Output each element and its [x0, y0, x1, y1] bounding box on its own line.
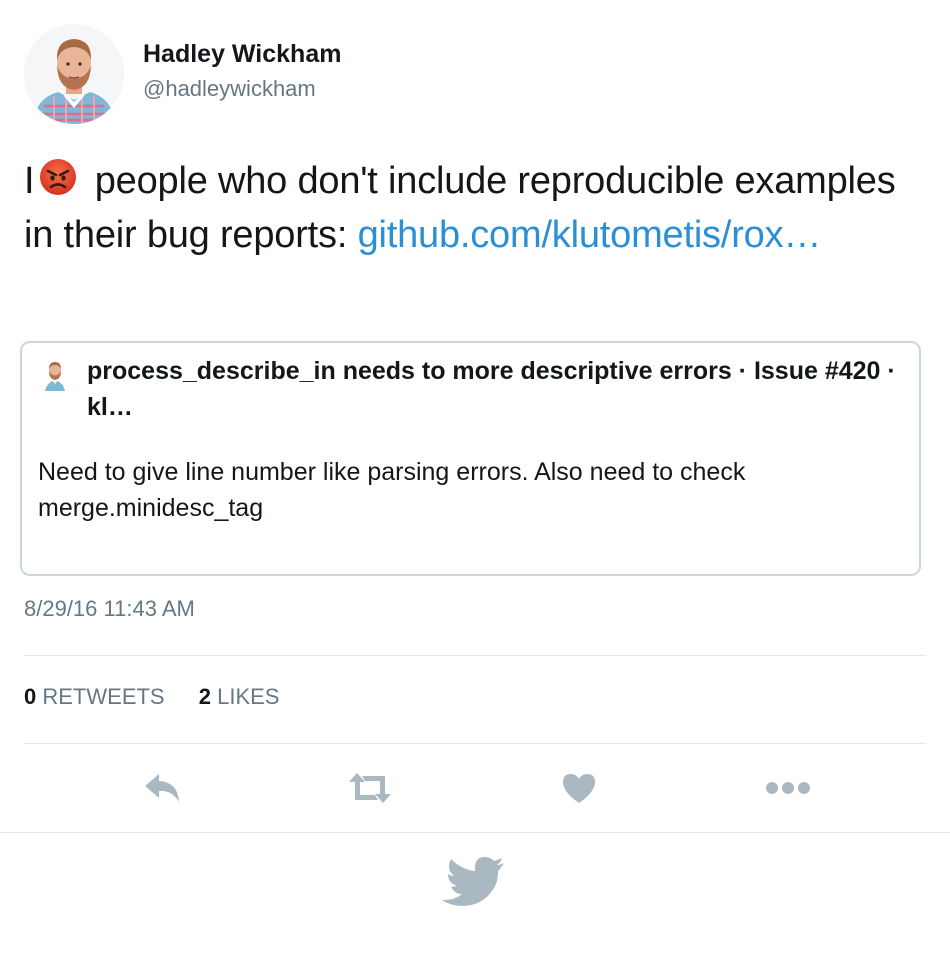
tweet-text: I people who don't include reproducible …: [24, 154, 904, 262]
divider: [24, 655, 926, 656]
link-preview-card[interactable]: process_describe_in needs to more descri…: [20, 341, 921, 576]
angry-face-emoji: [38, 157, 78, 197]
likes-stat[interactable]: 2 LIKES: [199, 684, 280, 710]
retweets-label: RETWEETS: [42, 684, 165, 709]
reply-button[interactable]: [140, 770, 184, 810]
tweet: Hadley Wickham @hadleywickham I people w…: [0, 0, 950, 958]
likes-label: LIKES: [217, 684, 280, 709]
tweet-stats: 0 RETWEETS 2 LIKES: [24, 684, 279, 710]
card-description: Need to give line number like parsing er…: [38, 458, 746, 522]
reply-icon: [142, 771, 182, 810]
retweet-button[interactable]: [348, 770, 392, 810]
retweets-stat[interactable]: 0 RETWEETS: [24, 684, 165, 710]
likes-count: 2: [198, 684, 211, 709]
like-button[interactable]: [557, 770, 601, 810]
twitter-bird-icon[interactable]: [442, 856, 506, 912]
divider: [0, 832, 950, 833]
heart-icon: [561, 772, 597, 809]
retweet-icon: [347, 771, 393, 810]
more-icon: [765, 781, 811, 800]
more-button[interactable]: [766, 770, 810, 810]
tweet-text-before: I: [24, 160, 35, 202]
card-favicon-avatar: [38, 357, 72, 391]
tweet-link[interactable]: github.com/klutometis/rox…: [358, 214, 822, 256]
author-display-name[interactable]: Hadley Wickham: [143, 40, 341, 69]
card-title[interactable]: process_describe_in needs to more descri…: [87, 353, 907, 425]
retweets-count: 0: [24, 684, 37, 709]
tweet-timestamp[interactable]: 8/29/16 11:43 AM: [24, 596, 195, 622]
author-handle[interactable]: @hadleywickham: [143, 76, 316, 102]
author-avatar[interactable]: [24, 24, 124, 124]
divider: [24, 743, 926, 744]
